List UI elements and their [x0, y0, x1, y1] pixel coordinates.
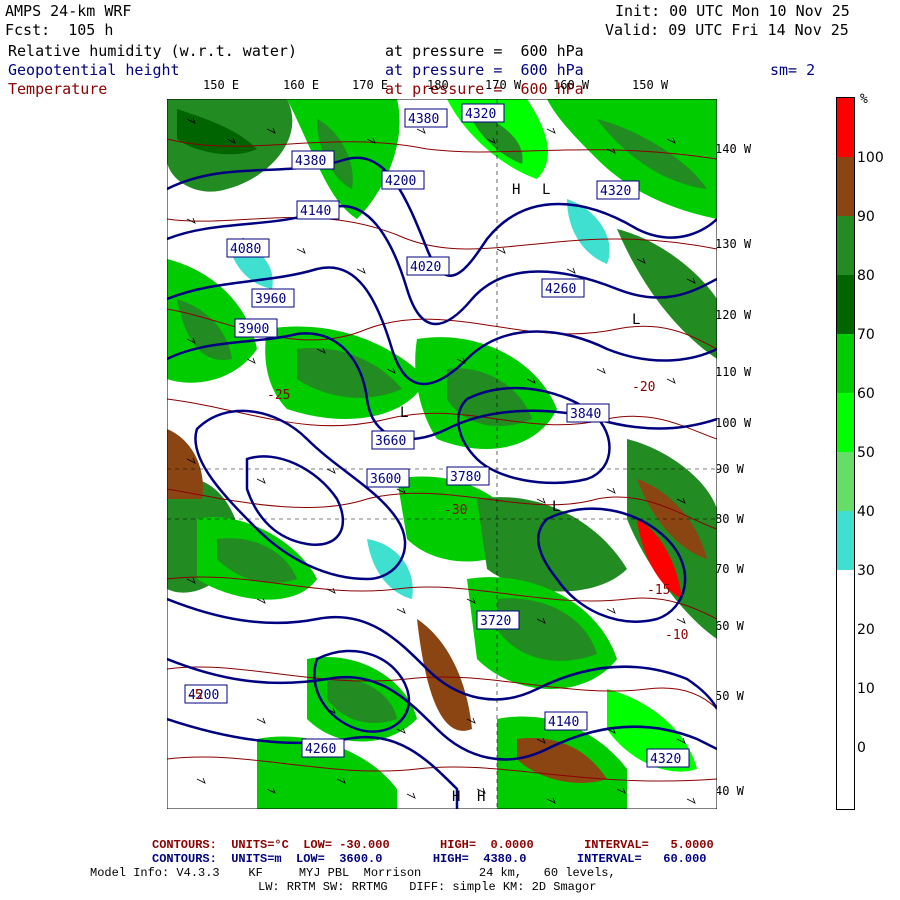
- lat-label: 80 W: [715, 512, 744, 526]
- lon-label: 170 E: [352, 78, 389, 92]
- temp-label: -10: [665, 628, 688, 643]
- colorbar-segment: [837, 334, 854, 393]
- colorbar-tick: 100: [857, 150, 884, 166]
- temp-label: -30: [444, 503, 467, 518]
- colorbar-unit: %: [860, 92, 868, 107]
- colorbar-tick: 20: [857, 622, 875, 638]
- lat-label: 100 W: [715, 416, 752, 430]
- height-label: 3720: [480, 614, 511, 629]
- low-marker: L: [542, 182, 550, 198]
- footer-temp-contours: CONTOURS: UNITS=°C LOW= -30.000 HIGH= 0.…: [152, 838, 714, 852]
- lon-label: 160 E: [283, 78, 320, 92]
- colorbar-tick: 40: [857, 504, 875, 520]
- colorbar-segment: [837, 275, 854, 334]
- lon-label: 170 W: [485, 78, 522, 92]
- colorbar-tick: 30: [857, 563, 875, 579]
- high-marker: H: [512, 182, 520, 198]
- smoothing-label: sm= 2: [770, 61, 816, 79]
- lat-label: 140 W: [715, 142, 752, 156]
- lat-label: 110 W: [715, 365, 752, 379]
- height-label: 3660: [375, 434, 406, 449]
- temp-label: -20: [632, 380, 655, 395]
- lat-label: 70 W: [715, 562, 744, 576]
- colorbar-segment: [837, 511, 854, 570]
- valid-time: Valid: 09 UTC Fri 14 Nov 25: [605, 21, 849, 39]
- low-marker: L: [400, 405, 408, 421]
- field-rh-label: Relative humidity (w.r.t. water): [8, 42, 297, 60]
- colorbar-segment: [837, 393, 854, 452]
- model-title: AMPS 24-km WRF: [5, 2, 132, 20]
- forecast-hour: Fcst: 105 h: [5, 21, 114, 39]
- lat-label: 60 W: [715, 619, 744, 633]
- height-label: 4200: [385, 174, 416, 189]
- low-marker: L: [632, 312, 640, 328]
- height-label: 3960: [255, 292, 286, 307]
- height-label: 3600: [370, 472, 401, 487]
- height-label: 4260: [305, 742, 336, 757]
- field-height-level: at pressure = 600 hPa: [385, 61, 584, 79]
- init-time: Init: 00 UTC Mon 10 Nov 25: [615, 2, 850, 20]
- temp-label: -5: [187, 688, 203, 703]
- lon-label: 150 W: [632, 78, 669, 92]
- footer-physics: LW: RRTM SW: RRTMG DIFF: simple KM: 2D S…: [258, 880, 597, 894]
- colorbar-segment: [837, 570, 854, 809]
- height-label: 4320: [650, 752, 681, 767]
- weather-map[interactable]: 4380 4320 4380 4320 4260 4200 4140 4080 …: [167, 99, 717, 809]
- field-rh-level: at pressure = 600 hPa: [385, 42, 584, 60]
- colorbar-tick: 80: [857, 268, 875, 284]
- colorbar-tick: 70: [857, 327, 875, 343]
- height-label: 4080: [230, 242, 261, 257]
- height-label: 4380: [408, 112, 439, 127]
- lat-label: 40 W: [715, 784, 744, 798]
- height-label: 4140: [300, 204, 331, 219]
- temp-label: -25: [267, 388, 290, 403]
- colorbar-tick: 10: [857, 681, 875, 697]
- lat-label: 50 W: [715, 689, 744, 703]
- height-label: 4260: [545, 282, 576, 297]
- footer-height-contours: CONTOURS: UNITS=m LOW= 3600.0 HIGH= 4380…: [152, 852, 707, 866]
- footer-model-info: Model Info: V4.3.3 KF MYJ PBL Morrison 2…: [90, 866, 616, 880]
- lat-label: 120 W: [715, 308, 752, 322]
- lon-label: 180: [427, 78, 449, 92]
- colorbar-segment: [837, 157, 854, 216]
- temp-label: -15: [647, 583, 670, 598]
- field-temp-label: Temperature: [8, 80, 108, 98]
- height-label: 4320: [600, 184, 631, 199]
- high-marker: H: [477, 789, 485, 805]
- colorbar: [836, 97, 855, 810]
- height-label: 4320: [465, 107, 496, 122]
- colorbar-tick: 90: [857, 209, 875, 225]
- lon-label: 150 E: [203, 78, 240, 92]
- colorbar-tick: 0: [857, 740, 866, 756]
- lon-label: 160 W: [553, 78, 590, 92]
- field-height-label: Geopotential height: [8, 61, 180, 79]
- lat-label: 130 W: [715, 237, 752, 251]
- colorbar-segment: [837, 452, 854, 511]
- height-label: 3780: [450, 470, 481, 485]
- height-label: 3840: [570, 407, 601, 422]
- high-marker: H: [452, 789, 460, 805]
- colorbar-segment: [837, 216, 854, 275]
- height-label: 4020: [410, 260, 441, 275]
- height-label: 3900: [238, 322, 269, 337]
- height-label: 4140: [548, 715, 579, 730]
- height-label: 4380: [295, 154, 326, 169]
- colorbar-segment: [837, 98, 854, 157]
- colorbar-tick: 60: [857, 386, 875, 402]
- low-marker: L: [552, 499, 560, 515]
- colorbar-tick: 50: [857, 445, 875, 461]
- lat-label: 90 W: [715, 462, 744, 476]
